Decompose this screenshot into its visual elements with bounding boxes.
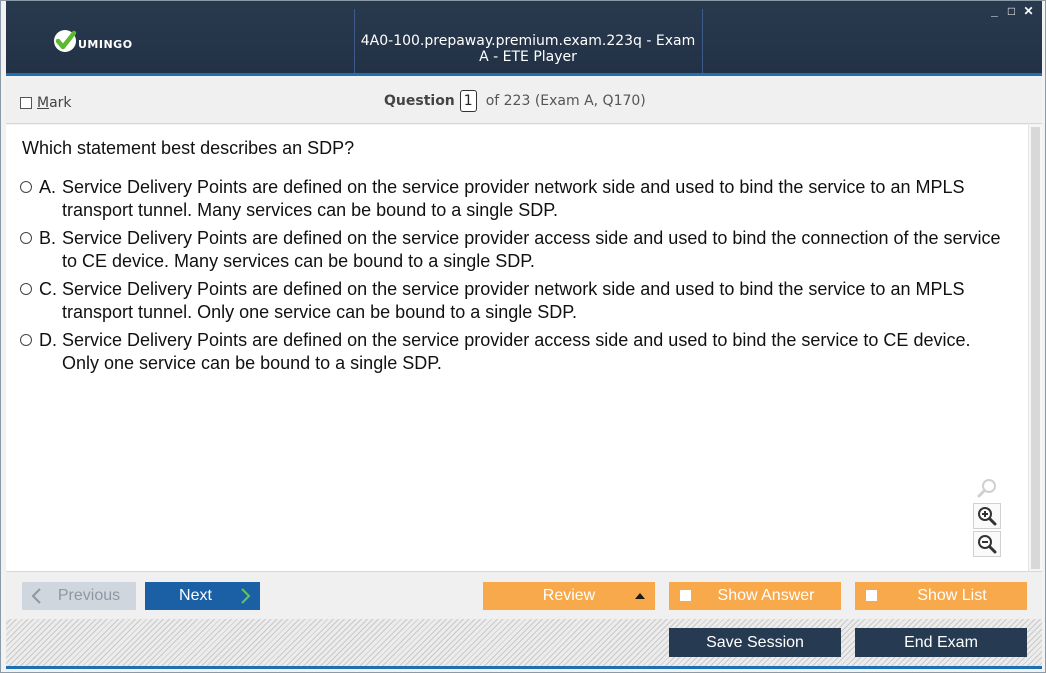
question-text: Which statement best describes an SDP? <box>22 138 355 158</box>
scrollbar-thumb[interactable] <box>1031 127 1040 569</box>
next-label: Next <box>179 587 212 604</box>
title-separator <box>702 9 703 75</box>
end-exam-label: End Exam <box>904 633 978 651</box>
end-exam-button[interactable]: End Exam <box>855 628 1027 657</box>
next-button[interactable]: Next <box>145 582 260 610</box>
window-controls: _ □ ✕ <box>989 4 1034 18</box>
caret-up-icon <box>635 593 645 599</box>
previous-label: Previous <box>57 587 121 604</box>
answer-text: Service Delivery Points are defined on t… <box>62 177 965 220</box>
checkbox-icon[interactable] <box>866 590 877 601</box>
answer-letter: B. <box>39 228 57 248</box>
radio-button[interactable] <box>20 334 32 346</box>
zoom-out-icon[interactable] <box>973 531 1001 557</box>
save-session-label: Save Session <box>706 633 804 651</box>
answer-text: Service Delivery Points are defined on t… <box>62 279 965 322</box>
question-total: of 223 (Exam A, Q170) <box>485 93 646 109</box>
minimize-button[interactable]: _ <box>989 4 1000 18</box>
answer-letter: C. <box>39 279 57 299</box>
zoom-tools <box>973 475 1003 559</box>
app-window: UMINGO 4A0-100.prepaway.premium.exam.223… <box>0 0 1046 673</box>
answer-option-c[interactable]: C. Service Delivery Points are defined o… <box>20 278 1010 324</box>
vumingo-logo: UMINGO <box>52 25 133 55</box>
show-list-label: Show List <box>917 587 987 604</box>
answer-letter: D. <box>39 330 57 350</box>
close-button[interactable]: ✕ <box>1023 4 1034 18</box>
answer-letter: A. <box>39 177 57 197</box>
show-answer-label: Show Answer <box>717 587 815 604</box>
answer-option-a[interactable]: A. Service Delivery Points are defined o… <box>20 176 1010 222</box>
zoom-in-icon[interactable] <box>973 503 1001 529</box>
radio-button[interactable] <box>20 181 32 193</box>
answer-list: A. Service Delivery Points are defined o… <box>20 176 1010 380</box>
review-label: Review <box>542 587 596 604</box>
question-header: Mark Question 1 of 223 (Exam A, Q170) <box>6 78 1042 124</box>
checkbox-icon[interactable] <box>20 97 32 109</box>
radio-button[interactable] <box>20 232 32 244</box>
question-label: Question <box>384 93 455 109</box>
show-list-button[interactable]: Show List <box>855 582 1027 610</box>
title-bar: UMINGO 4A0-100.prepaway.premium.exam.223… <box>6 1 1042 75</box>
maximize-button[interactable]: □ <box>1006 4 1017 18</box>
answer-option-b[interactable]: B. Service Delivery Points are defined o… <box>20 227 1010 273</box>
answer-option-d[interactable]: D. Service Delivery Points are defined o… <box>20 329 1010 375</box>
question-content: Which statement best describes an SDP? A… <box>6 125 1028 571</box>
answer-text: Service Delivery Points are defined on t… <box>62 330 971 373</box>
logo-text: UMINGO <box>78 38 133 51</box>
save-session-button[interactable]: Save Session <box>669 628 841 657</box>
question-number-input[interactable]: 1 <box>459 90 477 112</box>
mark-checkbox[interactable]: Mark <box>20 95 72 111</box>
radio-button[interactable] <box>20 283 32 295</box>
title-accent-line <box>6 73 1042 76</box>
checkbox-icon[interactable] <box>680 590 691 601</box>
previous-button[interactable]: Previous <box>22 582 136 610</box>
logo-check-icon <box>54 30 77 52</box>
chevron-right-icon <box>241 588 251 604</box>
mark-label-mnemonic: M <box>37 95 50 111</box>
window-title: 4A0-100.prepaway.premium.exam.223q - Exa… <box>360 33 696 65</box>
question-counter: Question 1 of 223 (Exam A, Q170) <box>384 90 646 112</box>
search-icon[interactable] <box>973 475 1001 501</box>
review-button[interactable]: Review <box>483 582 655 610</box>
answer-text: Service Delivery Points are defined on t… <box>62 228 1001 271</box>
bottom-accent-line <box>6 666 1042 669</box>
navigation-bar: Previous Next Review Show Answer Show Li… <box>6 571 1042 619</box>
mark-label: ark <box>49 95 72 111</box>
session-bar: Save Session End Exam <box>6 619 1042 666</box>
chevron-left-icon <box>31 588 41 604</box>
show-answer-button[interactable]: Show Answer <box>669 582 841 610</box>
